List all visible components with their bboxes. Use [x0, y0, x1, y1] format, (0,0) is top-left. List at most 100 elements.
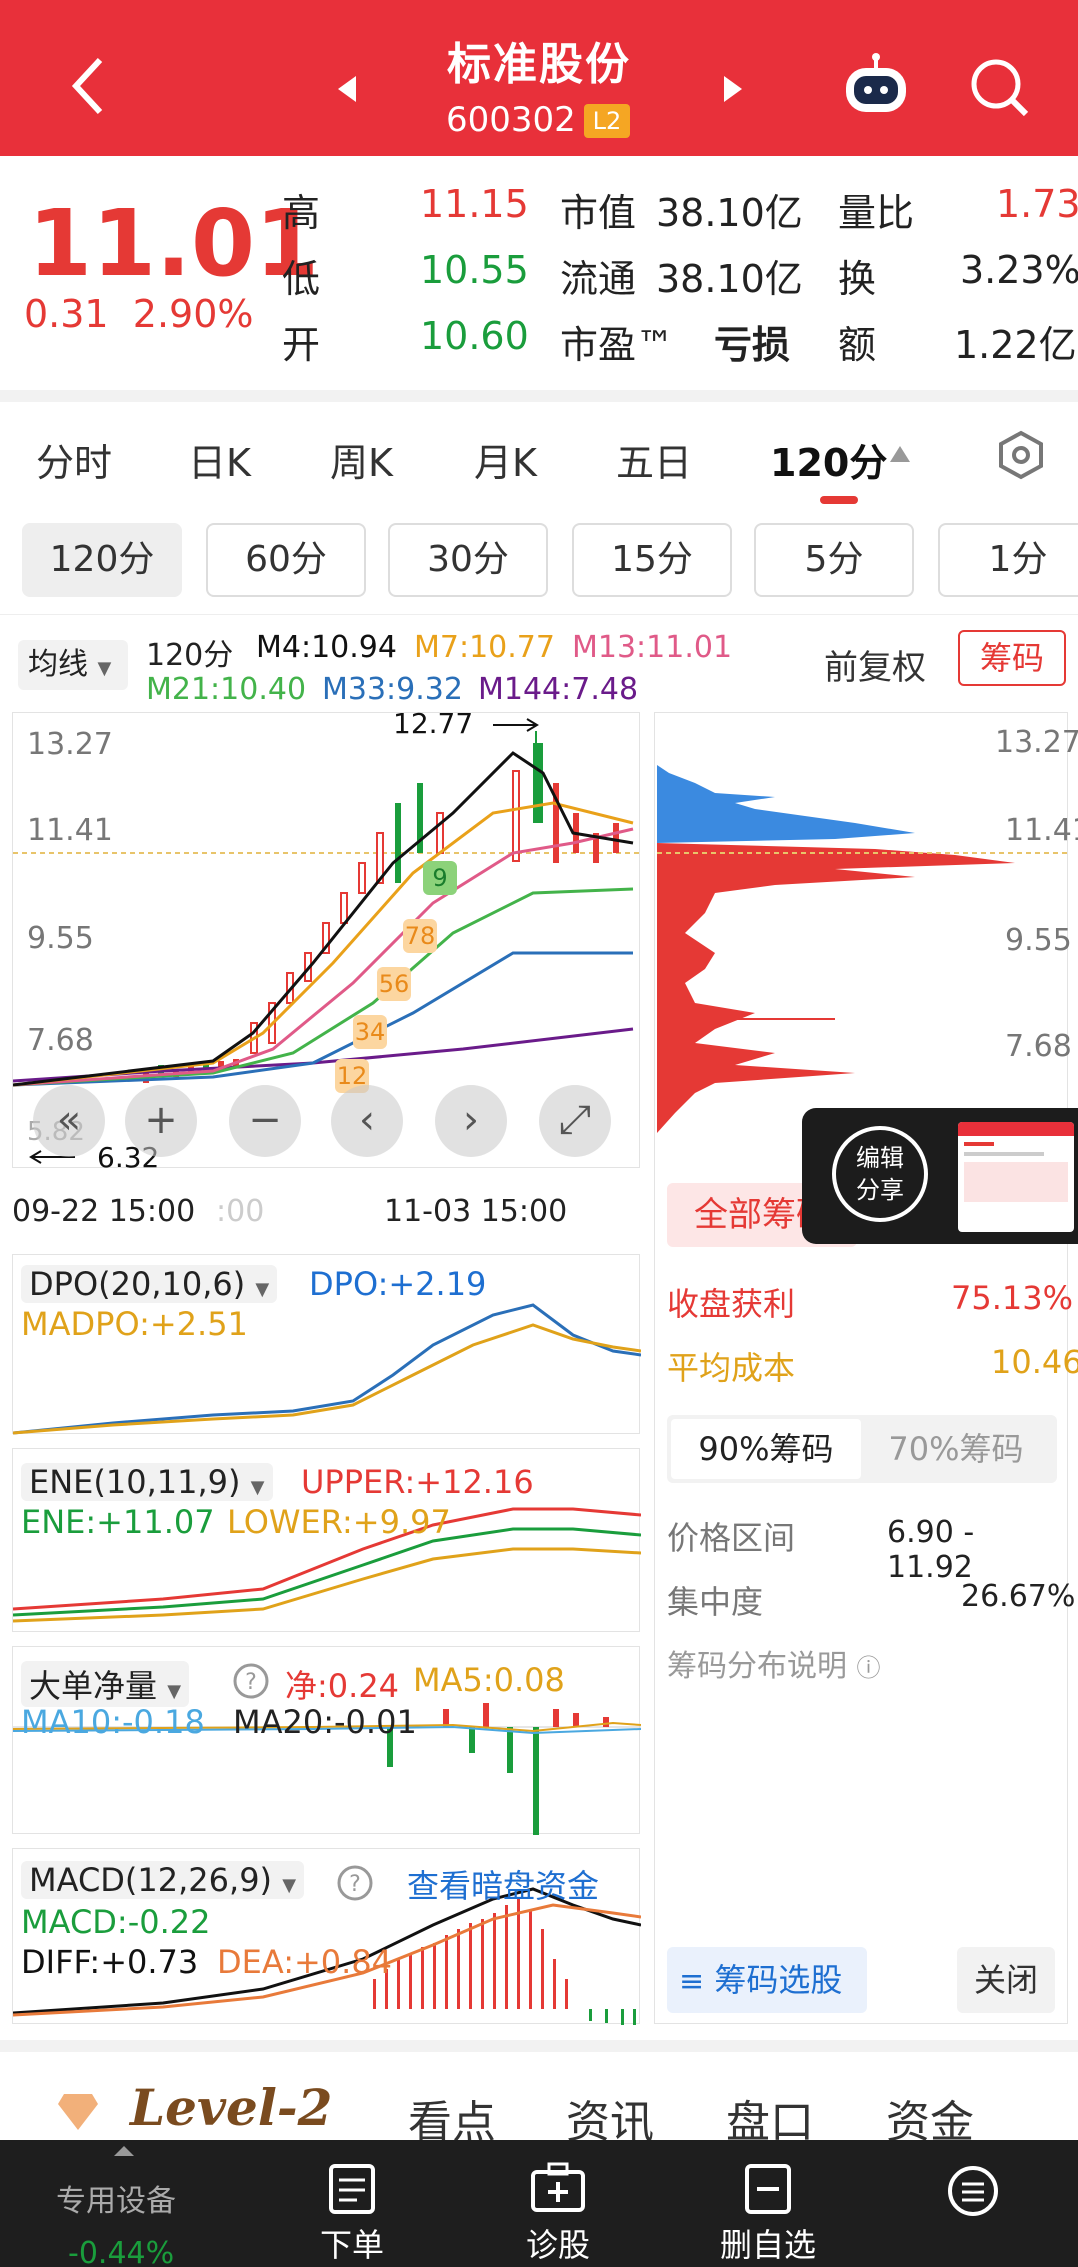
dpo-select[interactable]: DPO(20,10,6) ▼: [21, 1265, 278, 1303]
app-header: 标准股份 600302 L2: [0, 0, 1078, 156]
period-120min[interactable]: 120分: [22, 523, 182, 597]
chips-select-button[interactable]: ≡ 筹码选股: [667, 1947, 867, 2013]
ma7-value: M7:10.77: [414, 630, 555, 665]
close-button[interactable]: 关闭: [957, 1947, 1055, 2013]
edit-share-line2: 分享: [856, 1176, 904, 1204]
big-order-select[interactable]: 大单净量 ▼: [21, 1661, 190, 1707]
more-menu-icon[interactable]: [946, 2164, 1000, 2218]
info-tab-level2[interactable]: Level-2: [130, 2078, 332, 2137]
level2-badge: L2: [584, 104, 630, 138]
mcap-value: 38.10亿: [656, 191, 803, 235]
nav-remove-watch[interactable]: 删自选: [698, 2162, 838, 2266]
help-icon[interactable]: ?: [335, 1863, 375, 1903]
adjust-mode[interactable]: 前复权: [824, 640, 926, 689]
macd-panel[interactable]: MACD(12,26,9) ▼ ? 查看暗盘资金 MACD:-0.22 DIFF…: [12, 1848, 642, 2027]
robot-assistant-icon[interactable]: [840, 52, 912, 120]
share-popup[interactable]: 编辑 分享: [802, 1108, 1078, 1244]
low-value: 10.55: [420, 248, 529, 292]
edit-share-button[interactable]: 编辑 分享: [832, 1126, 928, 1222]
chip-y-tick-2: 11.41: [1005, 813, 1078, 848]
stock-name: 标准股份: [447, 39, 631, 90]
label-low: 低: [282, 257, 321, 301]
label-float: 流通: [560, 257, 637, 301]
chips-explain-label: 筹码分布说明: [667, 1649, 847, 1684]
ene-select[interactable]: ENE(10,11,9) ▼: [21, 1463, 273, 1501]
tab-monthly[interactable]: 月K: [474, 432, 537, 487]
macd-value: MACD:-0.22: [21, 1903, 211, 1941]
tab-weekly[interactable]: 周K: [330, 432, 393, 487]
chips-button[interactable]: 筹码: [958, 630, 1066, 686]
ene-panel[interactable]: ENE(10,11,9) ▼ UPPER:+12.16 ENE:+11.07 L…: [12, 1448, 642, 1632]
period-15min[interactable]: 15分: [572, 523, 732, 597]
bottom-nav: 专用设备 -0.44% 下单 诊股 删自选: [0, 2140, 1078, 2267]
tab-intraday[interactable]: 分时: [36, 432, 112, 487]
period-1min[interactable]: 1分: [938, 523, 1078, 597]
ma144-value: M144:7.48: [478, 672, 639, 707]
search-icon[interactable]: [968, 56, 1032, 120]
zoom-out-button[interactable]: −: [229, 1085, 301, 1157]
dpo-panel[interactable]: DPO(20,10,6) ▼ DPO:+2.19 MADPO:+2.51: [12, 1254, 642, 1435]
macd-select[interactable]: MACD(12,26,9) ▼: [21, 1861, 305, 1899]
signal-mark: 9: [423, 861, 457, 895]
next-stock-icon[interactable]: [722, 74, 744, 104]
high-marker: 12.77: [393, 707, 474, 740]
nav-diagnose[interactable]: 诊股: [488, 2162, 628, 2266]
thumb-chart: [964, 1162, 1068, 1202]
x-tick-3: 11-03 15:00: [384, 1194, 568, 1229]
label-pe: 市盈™: [560, 323, 675, 367]
ma20-value: MA20:-0.01: [233, 1703, 417, 1741]
tab-daily[interactable]: 日K: [188, 432, 251, 487]
step-left-button[interactable]: ‹: [331, 1085, 403, 1157]
chip-y-tick-3: 9.55: [1005, 923, 1072, 958]
label-amount: 额: [838, 323, 877, 367]
net-value: 净:0.24: [285, 1667, 400, 1705]
fullscreen-button[interactable]: ⤢: [539, 1085, 611, 1157]
x-tick-1: 09-22 15:00: [12, 1194, 196, 1229]
divider: [0, 614, 1078, 615]
label-high: 高: [282, 191, 321, 235]
svg-text:?: ?: [245, 1670, 257, 1695]
chips-panel: 13.27 11.41 9.55 7.68 全部筹码 主力 收盘获利 75.13…: [654, 712, 1078, 2024]
tab-120min[interactable]: 120分: [770, 432, 887, 487]
step-right-button[interactable]: ›: [435, 1085, 507, 1157]
nav-order[interactable]: 下单: [282, 2162, 422, 2266]
up-arrow-icon: [114, 2146, 134, 2156]
tab-up-arrow-icon: [890, 446, 910, 462]
period-30min[interactable]: 30分: [388, 523, 548, 597]
period-5min[interactable]: 5分: [754, 523, 914, 597]
ma5-value: MA5:0.08: [413, 1661, 565, 1699]
vol-ratio-value: 1.73: [996, 182, 1078, 226]
kline-chart[interactable]: 13.27 11.41 9.55 7.68 5.82 12.77 6.32 12…: [12, 707, 641, 1174]
indicator-select-label: 均线: [28, 647, 88, 682]
price-range-label: 价格区间: [667, 1519, 796, 1557]
indicator-select[interactable]: 均线 ▼: [18, 640, 128, 690]
current-price: 11.01: [28, 190, 320, 297]
range-tab-70[interactable]: 70%筹码: [861, 1419, 1051, 1479]
right-arrow-icon: [493, 718, 539, 732]
list-icon: ≡: [679, 1964, 705, 1999]
tab-five-day[interactable]: 五日: [616, 432, 692, 487]
signal-mark: 34: [353, 1015, 387, 1049]
price-range-value: 6.90 - 11.92: [887, 1515, 975, 1585]
thumb-line: [964, 1142, 994, 1146]
nav-diagnose-label: 诊股: [525, 2226, 590, 2264]
chip-y-tick-4: 7.68: [1005, 1029, 1072, 1064]
concentration-value: 26.67%: [961, 1579, 1076, 1614]
industry-label[interactable]: 专用设备: [56, 2176, 176, 2220]
fast-back-button[interactable]: «: [33, 1085, 105, 1157]
dark-pool-link[interactable]: 查看暗盘资金: [407, 1861, 599, 1907]
avg-cost-label: 平均成本: [667, 1349, 796, 1387]
chips-explain-link[interactable]: 筹码分布说明 ⓘ: [667, 1641, 881, 1685]
concentration-label: 集中度: [667, 1583, 764, 1621]
thumb-line: [964, 1152, 1044, 1156]
high-value: 11.15: [420, 182, 529, 226]
settings-icon[interactable]: [996, 430, 1046, 480]
range-tab-90[interactable]: 90%筹码: [671, 1419, 861, 1479]
dea-value: DEA:+0.84: [217, 1943, 393, 1981]
order-icon: [329, 2164, 375, 2214]
help-icon[interactable]: ?: [231, 1661, 271, 1701]
period-60min[interactable]: 60分: [206, 523, 366, 597]
big-order-panel[interactable]: 大单净量 ▼ ? 净:0.24 MA5:0.08 MA10:-0.18 MA20…: [12, 1646, 642, 1837]
zoom-in-button[interactable]: +: [125, 1085, 197, 1157]
screenshot-thumbnail[interactable]: [958, 1122, 1074, 1232]
